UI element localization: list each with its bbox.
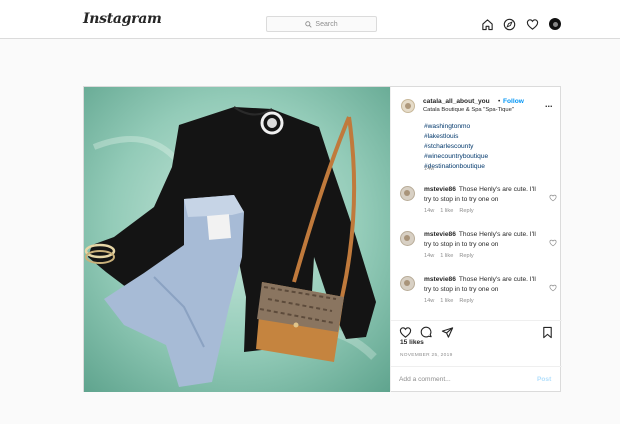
comment-text: mstevie86 Those Henly's are cute. I'll tr…	[424, 185, 542, 205]
comment-item: mstevie86 Those Henly's are cute. I'll tr…	[391, 184, 562, 226]
more-options-icon[interactable]: ...	[545, 100, 553, 109]
post-date: NOVEMBER 25, 2019	[400, 353, 453, 358]
commenter-avatar[interactable]	[400, 276, 415, 291]
search-icon	[305, 20, 313, 28]
comment-like-count[interactable]: 1 like	[440, 253, 453, 259]
search-input[interactable]: Search	[266, 16, 377, 32]
post-caption: #washingtonmo #lakestlouis #stcharlescou…	[424, 122, 554, 172]
bookmark-icon[interactable]	[541, 326, 554, 339]
reply-button[interactable]: Reply	[459, 208, 473, 214]
comment-like-count[interactable]: 1 like	[440, 298, 453, 304]
reply-button[interactable]: Reply	[459, 298, 473, 304]
comment-item: mstevie86 Those Henly's are cute. I'll tr…	[391, 229, 562, 271]
home-icon[interactable]	[481, 18, 494, 31]
commenter-username[interactable]: mstevie86	[424, 276, 456, 283]
post-side-panel: catala_all_about_you • Follow Catala Bou…	[390, 87, 562, 392]
add-comment-input[interactable]: Add a comment...	[399, 376, 451, 383]
comment-like-count[interactable]: 1 like	[440, 208, 453, 214]
like-icon[interactable]	[399, 326, 412, 339]
comment-heart-icon[interactable]	[549, 279, 557, 292]
comment-text: mstevie86 Those Henly's are cute. I'll tr…	[424, 230, 542, 250]
comment-text: mstevie86 Those Henly's are cute. I'll tr…	[424, 275, 542, 295]
share-icon[interactable]	[441, 326, 454, 339]
post-card: catala_all_about_you • Follow Catala Bou…	[83, 86, 562, 392]
comment-time: 14w	[424, 298, 435, 304]
author-username[interactable]: catala_all_about_you	[423, 98, 490, 105]
comment-meta: 14w 1 like Reply	[424, 253, 474, 259]
profile-avatar[interactable]	[549, 18, 561, 30]
separator-dot: •	[498, 98, 501, 105]
commenter-username[interactable]: mstevie86	[424, 186, 456, 193]
hashtag-link[interactable]: #lakestlouis	[424, 132, 554, 142]
comment-heart-icon[interactable]	[549, 234, 557, 247]
comment-meta: 14w 1 like Reply	[424, 208, 474, 214]
post-header: catala_all_about_you • Follow Catala Bou…	[391, 87, 562, 123]
top-nav-bar: Instagram Search	[0, 0, 620, 39]
comment-meta: 14w 1 like Reply	[424, 298, 474, 304]
add-comment-bar: Add a comment... Post	[391, 366, 562, 392]
post-location[interactable]: Catala Boutique & Spa "Spa-Tique"	[423, 107, 514, 113]
post-comment-button[interactable]: Post	[537, 376, 551, 383]
hashtag-link[interactable]: #winecountryboutique	[424, 152, 554, 162]
heart-icon[interactable]	[526, 18, 539, 31]
author-avatar[interactable]	[401, 99, 415, 113]
hashtag-link[interactable]: #washingtonmo	[424, 122, 554, 132]
caption-timestamp: 14w	[424, 166, 435, 172]
commenter-avatar[interactable]	[400, 231, 415, 246]
like-count[interactable]: 15 likes	[400, 339, 424, 346]
instagram-logo[interactable]: Instagram	[83, 11, 162, 27]
follow-button[interactable]: Follow	[503, 98, 524, 105]
reply-button[interactable]: Reply	[459, 253, 473, 259]
comment-heart-icon[interactable]	[549, 189, 557, 202]
commenter-username[interactable]: mstevie86	[424, 231, 456, 238]
search-placeholder: Search	[315, 20, 338, 28]
hashtag-link[interactable]: #stcharlescounty	[424, 142, 554, 152]
commenter-avatar[interactable]	[400, 186, 415, 201]
hashtag-link[interactable]: #destinationboutique	[424, 162, 554, 172]
comment-time: 14w	[424, 253, 435, 259]
post-photo[interactable]	[84, 87, 390, 392]
comment-icon[interactable]	[420, 326, 433, 339]
comment-item: mstevie86 Those Henly's are cute. I'll tr…	[391, 274, 562, 316]
explore-icon[interactable]	[503, 18, 516, 31]
comment-time: 14w	[424, 208, 435, 214]
